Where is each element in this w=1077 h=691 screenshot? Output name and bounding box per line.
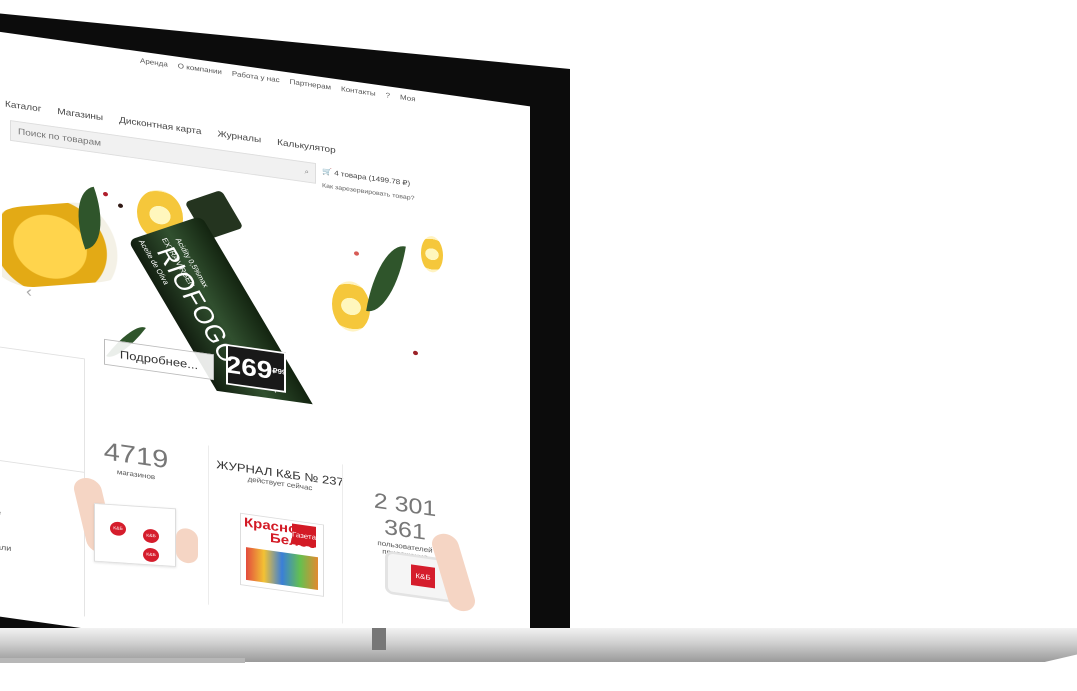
app-logo: К&Б <box>411 564 435 589</box>
nav-catalog[interactable]: Каталог <box>5 100 41 115</box>
magazine-badge: Газета <box>292 523 316 548</box>
magazine-products <box>246 547 318 590</box>
price-rubles: 269 <box>225 350 273 384</box>
store-marker-icon: К&Б <box>110 521 126 537</box>
laptop-base <box>0 628 1077 662</box>
price-kopeks: 99 <box>277 367 287 377</box>
website-screen: Аренда О компании Работа у нас Партнерам… <box>0 22 530 691</box>
stores-stat: 4719 магазинов <box>90 436 182 485</box>
magazine-cover[interactable]: Красное Белое Газета <box>240 512 324 597</box>
search-icon[interactable]: ⌕ <box>305 168 309 177</box>
sidebar-text[interactable]: е <box>0 508 1 517</box>
help-icon[interactable]: ? <box>386 91 390 99</box>
nav-discount-card[interactable]: Дисконтная карта <box>119 116 201 137</box>
lemon-slice <box>421 234 443 274</box>
price-tag: 269 ₽99 <box>225 343 287 393</box>
sidebar-divider <box>0 458 84 473</box>
bay-leaf <box>366 239 406 319</box>
top-link-contacts[interactable]: Контакты <box>341 85 376 98</box>
magazine-stat: ЖУРНАЛ К&Б № 237 действует сейчас <box>214 458 346 497</box>
laptop-hinge <box>372 628 386 650</box>
sidebar-text[interactable]: али <box>0 542 11 553</box>
cart-label: 4 товара (1499.78 ₽) <box>334 169 411 188</box>
peppercorn <box>413 350 418 356</box>
peppercorn <box>118 203 123 209</box>
carousel-left-arrow[interactable]: ‹ <box>19 278 39 305</box>
store-marker-icon: К&Б <box>143 528 159 544</box>
laptop-shadow <box>0 658 245 663</box>
store-marker-icon: К&Б <box>143 547 159 563</box>
olive-oil-bottle: RIOFOGO Aceite de Oliva EXTRA VIRGEN Aci… <box>127 215 321 424</box>
account-link[interactable]: Моя <box>400 93 416 103</box>
olive-oil-gravy-boat <box>2 199 141 290</box>
cart-icon: 🛒 <box>322 167 332 177</box>
peppercorn <box>103 191 108 197</box>
top-link-partners[interactable]: Партнерам <box>290 78 331 92</box>
top-link-jobs[interactable]: Работа у нас <box>232 70 280 84</box>
store-map-card[interactable]: К&Б К&Б К&Б <box>94 503 176 567</box>
hand-image <box>176 526 198 565</box>
lemon-slice <box>332 278 370 335</box>
left-sidebar <box>0 345 85 617</box>
stats-divider <box>342 464 343 624</box>
nav-stores[interactable]: Магазины <box>57 107 103 123</box>
stats-divider <box>208 445 209 605</box>
nav-calculator[interactable]: Калькулятор <box>277 138 336 156</box>
top-link-about[interactable]: О компании <box>178 62 222 76</box>
peppercorn <box>354 251 359 257</box>
top-link-rent[interactable]: Аренда <box>140 57 168 69</box>
nav-magazines[interactable]: Журналы <box>217 129 261 145</box>
